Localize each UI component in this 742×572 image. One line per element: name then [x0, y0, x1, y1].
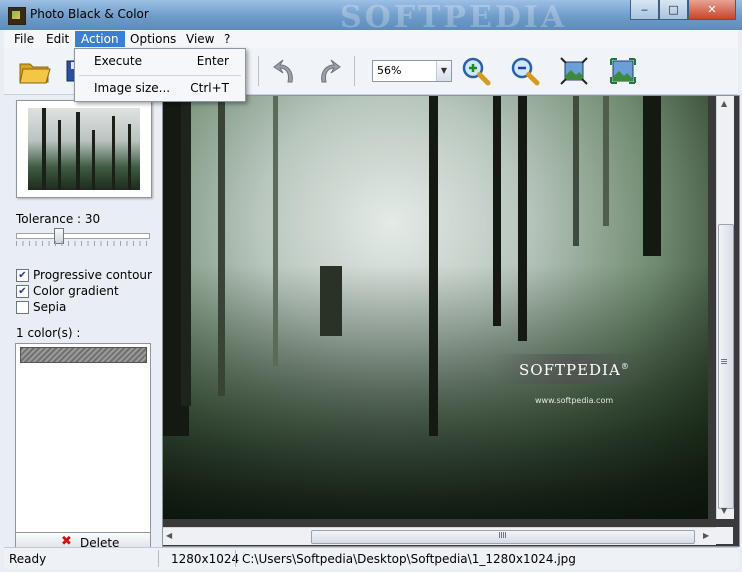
menu-bar: File Edit Action Options View ?: [4, 30, 738, 48]
title-bar[interactable]: Photo Black & Color SOFTPEDIA ‒ □ ✕: [0, 0, 742, 35]
undo-button[interactable]: [268, 54, 302, 88]
thumbnail-image: [28, 108, 140, 190]
minimize-icon: ‒: [641, 3, 648, 16]
logo-text: SOFTPEDIA: [519, 361, 621, 379]
action-menu-dropdown: Execute Enter Image size... Ctrl+T: [74, 48, 246, 102]
actual-size-icon: [610, 58, 636, 84]
toolbar-separator: [354, 56, 355, 86]
actual-size-button[interactable]: [606, 54, 640, 88]
checkbox-box[interactable]: ✔: [16, 268, 29, 282]
zoom-in-button[interactable]: [459, 54, 493, 88]
menu-item-shortcut: Ctrl+T: [190, 81, 229, 95]
folder-open-icon: [19, 63, 51, 84]
slider-ticks: [16, 241, 148, 246]
undo-icon: [273, 59, 293, 83]
checkbox-label: Color gradient: [33, 284, 119, 298]
preview-thumbnail[interactable]: [16, 100, 152, 198]
status-text: Ready: [9, 552, 47, 566]
status-separator: [158, 550, 159, 567]
fit-to-window-icon: [560, 57, 588, 85]
grip-icon: [499, 532, 506, 538]
menu-item-label: Image size...: [94, 81, 171, 95]
status-bar: Ready 1280x1024 C:\Users\Softpedia\Deskt…: [4, 547, 738, 569]
photo-image: SOFTPEDIA® www.softpedia.com: [163, 96, 708, 519]
menu-separator: [79, 75, 241, 76]
window-controls: ‒ □ ✕: [630, 0, 736, 20]
menu-file[interactable]: File: [8, 31, 40, 47]
redo-icon: [321, 59, 341, 83]
menu-action[interactable]: Action: [75, 31, 125, 47]
image-viewport[interactable]: SOFTPEDIA® www.softpedia.com ▲ ▼ ◀ ▶: [162, 95, 740, 547]
checkbox-box[interactable]: [16, 300, 29, 314]
color-swatch-item[interactable]: [20, 347, 147, 363]
menu-item-image-size[interactable]: Image size... Ctrl+T: [77, 77, 243, 99]
vertical-scrollbar[interactable]: ▲ ▼: [716, 96, 734, 519]
menu-edit[interactable]: Edit: [40, 31, 75, 47]
color-gradient-checkbox[interactable]: ✔ Color gradient: [16, 283, 119, 299]
watermark-url: www.softpedia.com: [535, 396, 614, 405]
redo-button[interactable]: [312, 54, 346, 88]
zoom-value: 56%: [377, 64, 402, 77]
horizontal-scrollbar[interactable]: ◀ ▶: [163, 527, 716, 545]
color-list[interactable]: [15, 343, 151, 535]
scroll-left-icon[interactable]: ◀: [166, 531, 172, 540]
menu-view[interactable]: View: [180, 31, 220, 47]
window-title: Photo Black & Color: [30, 7, 149, 21]
fit-window-button[interactable]: [557, 54, 591, 88]
image-dimensions: 1280x1024: [171, 552, 240, 566]
sepia-checkbox[interactable]: Sepia: [16, 299, 66, 315]
vertical-scroll-thumb[interactable]: [718, 224, 734, 509]
menu-item-execute[interactable]: Execute Enter: [77, 50, 243, 72]
softpedia-logo: SOFTPEDIA®: [519, 361, 630, 379]
app-film-icon[interactable]: [8, 7, 26, 25]
zoom-combobox[interactable]: 56% ▼: [372, 60, 452, 82]
chevron-down-icon[interactable]: ▼: [436, 61, 451, 81]
scroll-up-icon[interactable]: ▲: [721, 99, 727, 108]
checkbox-label: Progressive contour: [33, 268, 152, 282]
settings-panel: Tolerance : 30 ✔ Progressive contour ✔ C…: [4, 95, 160, 549]
menu-options[interactable]: Options: [124, 31, 182, 47]
close-button[interactable]: ✕: [688, 0, 736, 20]
status-separator: [235, 550, 236, 567]
scroll-corner: [716, 527, 733, 544]
file-path: C:\Users\Softpedia\Desktop\Softpedia\1_1…: [242, 552, 576, 566]
zoom-out-icon: [511, 57, 540, 86]
tolerance-label: Tolerance : 30: [16, 212, 101, 226]
app-window: Photo Black & Color SOFTPEDIA ‒ □ ✕ File…: [0, 0, 742, 572]
menu-item-shortcut: Enter: [196, 54, 229, 68]
progressive-contour-checkbox[interactable]: ✔ Progressive contour: [16, 267, 152, 283]
close-icon: ✕: [707, 3, 717, 16]
zoom-out-button[interactable]: [508, 54, 542, 88]
checkbox-box[interactable]: ✔: [16, 284, 29, 298]
scroll-down-icon[interactable]: ▼: [721, 506, 727, 515]
logo-mark: ®: [620, 362, 630, 371]
menu-item-label: Execute: [94, 54, 142, 68]
minimize-button[interactable]: ‒: [630, 0, 659, 20]
open-button[interactable]: [18, 54, 52, 88]
zoom-in-icon: [462, 57, 491, 86]
maximize-button[interactable]: □: [659, 0, 688, 20]
tolerance-slider[interactable]: [16, 228, 150, 244]
toolbar-separator: [258, 56, 259, 86]
maximize-icon: □: [668, 3, 679, 16]
menu-help[interactable]: ?: [218, 31, 236, 47]
checkbox-label: Sepia: [33, 300, 67, 314]
grip-icon: [721, 359, 727, 365]
scroll-right-icon[interactable]: ▶: [703, 531, 709, 540]
colors-count-label: 1 color(s) :: [16, 326, 81, 340]
